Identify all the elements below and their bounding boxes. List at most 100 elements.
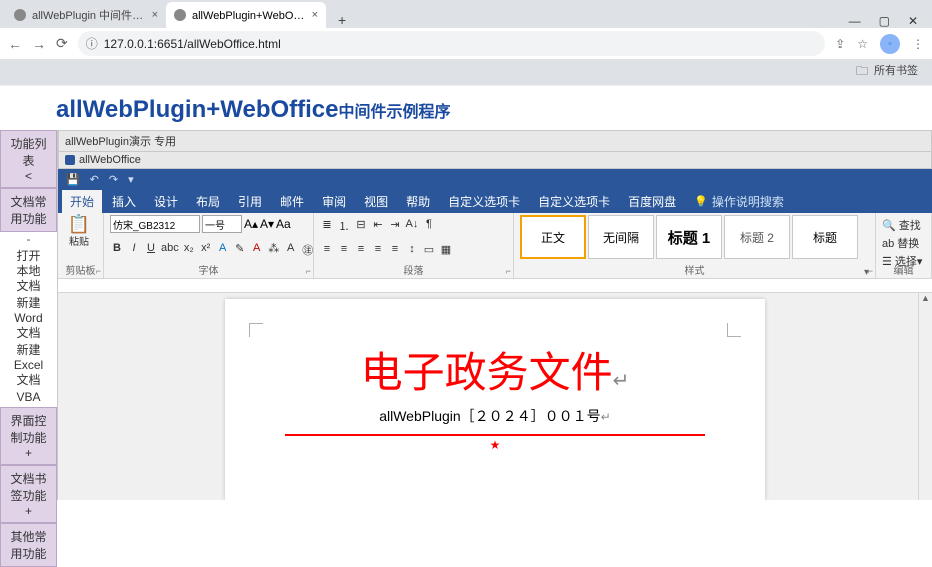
show-marks-icon[interactable]: ¶ [422, 218, 436, 234]
style-nospacing[interactable]: 无间隔 [588, 215, 654, 259]
share-icon[interactable]: ⇪ [835, 37, 845, 51]
shrink-font-icon[interactable]: A▾ [260, 217, 274, 231]
doc-subtitle[interactable]: allWebPlugin［２０２４］００１号↵ [265, 406, 725, 426]
crop-mark-icon [727, 323, 741, 337]
sidebar-item-new-word[interactable]: 新建Word文档 [0, 296, 57, 343]
paste-button[interactable]: 📋粘贴 [64, 215, 94, 248]
undo-icon[interactable]: ↶ [90, 173, 99, 186]
bookmarks-all[interactable]: 所有书签 [874, 62, 918, 83]
back-icon[interactable]: ← [8, 36, 22, 52]
underline-button[interactable]: U [144, 242, 158, 258]
grow-font-icon[interactable]: A▴ [244, 217, 258, 231]
style-heading1[interactable]: 标题 1 [656, 215, 722, 259]
ruler[interactable] [58, 279, 932, 293]
sidebar-item-new-excel[interactable]: 新建Excel文档 [0, 343, 57, 390]
tab-insert[interactable]: 插入 [104, 190, 144, 213]
sidebar-item-vba[interactable]: VBA [0, 390, 57, 407]
font-size-input[interactable] [202, 215, 242, 233]
tab-layout[interactable]: 布局 [188, 190, 228, 213]
sidebar-group-bookmark[interactable]: 文档书签功能+ [0, 465, 57, 523]
sidebar-item-open[interactable]: 打开本地文档 [0, 249, 57, 296]
change-case-icon[interactable]: Aa [276, 217, 291, 231]
sidebar: 功能列表< 文档常用功能 - 打开本地文档 新建Word文档 新建Excel文档… [0, 130, 57, 500]
italic-button[interactable]: I [127, 242, 141, 258]
maximize-icon[interactable]: ▢ [879, 14, 890, 28]
enclose-icon[interactable]: ㊟ [301, 242, 315, 258]
site-info-icon[interactable]: ⓘ [86, 35, 98, 52]
scroll-up-icon[interactable]: ▲ [919, 293, 932, 307]
vertical-scrollbar[interactable]: ▲ [918, 293, 932, 500]
minimize-icon[interactable]: — [849, 14, 861, 28]
tab-custom1[interactable]: 自定义选项卡 [440, 190, 528, 213]
address-bar[interactable]: ⓘ 127.0.0.1:6651/allWebOffice.html [78, 31, 825, 56]
align-left-icon[interactable]: ≡ [320, 243, 334, 256]
font-color-icon[interactable]: A [250, 242, 264, 258]
align-center-icon[interactable]: ≡ [337, 243, 351, 256]
indent-dec-icon[interactable]: ⇤ [371, 218, 385, 234]
profile-avatar[interactable]: ◦ [880, 34, 900, 54]
plugin-caption: allWebPlugin演示 专用 [58, 130, 932, 152]
sort-icon[interactable]: A↓ [405, 218, 419, 234]
forward-icon[interactable]: → [32, 36, 46, 52]
tab-close-icon[interactable]: × [312, 9, 318, 21]
line-spacing-icon[interactable]: ↕ [405, 243, 419, 256]
tab-baidu[interactable]: 百度网盘 [620, 190, 684, 213]
phonetic-icon[interactable]: ⁂ [267, 242, 281, 258]
kebab-menu-icon[interactable]: ⋮ [912, 37, 924, 51]
font-name-input[interactable] [110, 215, 200, 233]
tab-home[interactable]: 开始 [62, 190, 102, 213]
browser-tab-2[interactable]: allWebPlugin+WebOffice中 × [166, 2, 326, 28]
redo-icon[interactable]: ↷ [109, 173, 118, 186]
tab-help[interactable]: 帮助 [398, 190, 438, 213]
browser-tab-1[interactable]: allWebPlugin 中间件演示 V2.0 × [6, 2, 166, 28]
tab-custom2[interactable]: 自定义选项卡 [530, 190, 618, 213]
shading-icon[interactable]: ▭ [422, 243, 436, 256]
styles-dialog-icon[interactable]: ⌐ [868, 266, 873, 276]
multilevel-icon[interactable]: ⊟ [354, 218, 368, 234]
replace-button[interactable]: ab 替换 [882, 235, 925, 251]
paragraph-dialog-icon[interactable]: ⌐ [506, 266, 511, 276]
page: 电子政务文件↵ allWebPlugin［２０２４］００１号↵ ★ [225, 299, 765, 500]
favicon-icon [14, 9, 26, 21]
superscript-button[interactable]: x² [199, 242, 213, 258]
subscript-button[interactable]: x₂ [182, 242, 196, 258]
style-title[interactable]: 标题 [792, 215, 858, 259]
sidebar-group-doc[interactable]: 文档常用功能 [0, 188, 57, 232]
tab-design[interactable]: 设计 [146, 190, 186, 213]
numbering-icon[interactable]: ⒈ [337, 218, 351, 234]
highlight-icon[interactable]: ✎ [233, 242, 247, 258]
new-tab-button[interactable]: + [332, 12, 352, 28]
strike-button[interactable]: abc [161, 242, 179, 258]
save-icon[interactable]: 💾 [66, 173, 80, 186]
document-area[interactable]: 电子政务文件↵ allWebPlugin［２０２４］００１号↵ ★ ▲ [58, 293, 932, 500]
doc-title[interactable]: 电子政务文件↵ [265, 339, 725, 400]
style-heading2[interactable]: 标题 2 [724, 215, 790, 259]
clipboard-dialog-icon[interactable]: ⌐ [96, 266, 101, 276]
borders-icon[interactable]: ▦ [439, 243, 453, 256]
qat-more-icon[interactable]: ▾ [128, 173, 134, 186]
align-distribute-icon[interactable]: ≡ [388, 243, 402, 256]
bookmark-star-icon[interactable]: ☆ [857, 37, 868, 51]
reload-icon[interactable]: ⟳ [56, 35, 68, 52]
tab-mailings[interactable]: 邮件 [272, 190, 312, 213]
page-title: allWebPlugin+WebOffice中间件示例程序 [0, 86, 932, 130]
find-button[interactable]: 🔍 查找 [882, 217, 925, 233]
indent-inc-icon[interactable]: ⇥ [388, 218, 402, 234]
align-justify-icon[interactable]: ≡ [371, 243, 385, 256]
close-icon[interactable]: ✕ [908, 14, 918, 28]
tab-close-icon[interactable]: × [152, 9, 158, 21]
align-right-icon[interactable]: ≡ [354, 243, 368, 256]
text-effects-icon[interactable]: A [216, 242, 230, 258]
tab-view[interactable]: 视图 [356, 190, 396, 213]
tell-me-search[interactable]: 💡 操作说明搜索 [694, 193, 784, 210]
sidebar-group-ui[interactable]: 界面控制功能+ [0, 407, 57, 465]
bold-button[interactable]: B [110, 242, 124, 258]
font-dialog-icon[interactable]: ⌐ [306, 266, 311, 276]
sidebar-group-other[interactable]: 其他常用功能 [0, 523, 57, 567]
tab-review[interactable]: 审阅 [314, 190, 354, 213]
sidebar-group-funclist[interactable]: 功能列表< [0, 130, 57, 188]
style-normal[interactable]: 正文 [520, 215, 586, 259]
border-icon[interactable]: A [284, 242, 298, 258]
bullets-icon[interactable]: ≣ [320, 218, 334, 234]
tab-references[interactable]: 引用 [230, 190, 270, 213]
